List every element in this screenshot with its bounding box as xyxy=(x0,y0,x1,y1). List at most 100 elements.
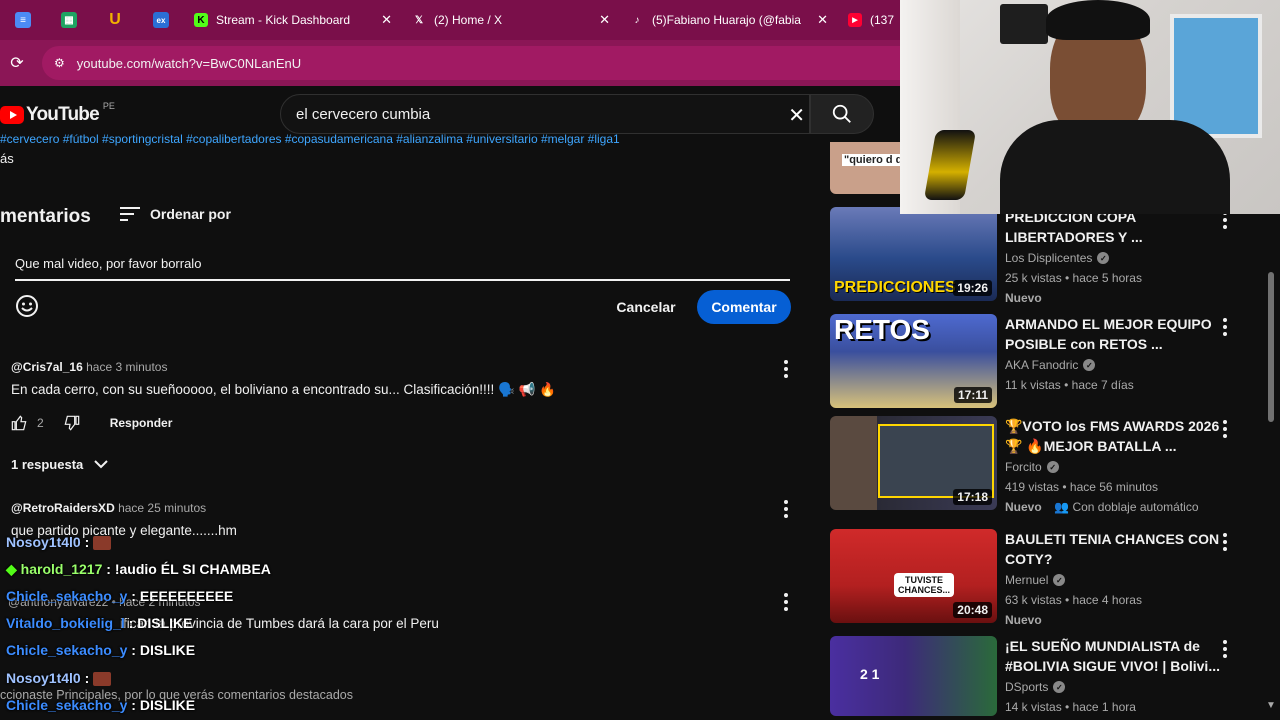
comment-time[interactable]: hace 3 minutos xyxy=(86,360,167,374)
clear-search-icon[interactable]: ✕ xyxy=(788,103,805,128)
close-icon[interactable]: ✕ xyxy=(817,12,828,28)
verified-icon: ✓ xyxy=(1083,359,1096,371)
auto-dub-label: Con doblaje automático xyxy=(1072,500,1199,514)
video-thumbnail[interactable]: PREDICCIONES 19:26 xyxy=(830,207,997,301)
video-info: ARMANDO EL MEJOR EQUIPO POSIBLE con RETO… xyxy=(1005,314,1220,392)
reply-button[interactable]: Responder xyxy=(110,416,173,430)
replies-label: 1 respuesta xyxy=(11,456,84,472)
video-stats: 11 k vistas • hace 7 días xyxy=(1005,378,1134,392)
search-value: el cervecero cumbia xyxy=(296,105,431,123)
video-thumbnail[interactable]: 2 1 xyxy=(830,636,997,716)
person-hair xyxy=(1046,0,1150,40)
channel-name: DSports xyxy=(1005,680,1049,694)
tab-tiktok[interactable]: ♪ (5)Fabiano Huarajo (@fabia ✕ xyxy=(620,0,838,40)
hashtags[interactable]: #cervecero #fútbol #sportingcristal #cop… xyxy=(0,132,800,146)
search-button[interactable] xyxy=(810,94,874,134)
sort-button[interactable]: Ordenar por xyxy=(120,206,231,222)
tiktok-icon: ♪ xyxy=(634,14,640,26)
video-thumbnail[interactable]: TUVISTE CHANCES... 20:48 xyxy=(830,529,997,623)
like-count: 2 xyxy=(37,416,44,430)
video-thumbnail[interactable]: 17:18 xyxy=(830,416,997,510)
chat-emote xyxy=(93,536,112,551)
comment-meta: @RetroRaidersXD hace 25 minutos xyxy=(11,501,237,515)
thumb-inset xyxy=(878,424,994,498)
chat-user: Chicle_sekacho_y xyxy=(6,642,128,658)
emoji-icon xyxy=(16,295,38,317)
tab-label: (5)Fabiano Huarajo (@fabia xyxy=(652,13,801,27)
emoji-button[interactable] xyxy=(15,294,39,323)
sidebar-scrollbar[interactable] xyxy=(1268,272,1274,422)
scroll-down-icon[interactable]: ▼ xyxy=(1266,700,1276,711)
more-options-icon[interactable] xyxy=(779,360,793,378)
video-channel[interactable]: Forcito ✓ xyxy=(1005,460,1220,474)
pinned-tab-ex[interactable]: ex xyxy=(138,0,184,40)
more-options-icon[interactable] xyxy=(779,500,793,518)
person-body xyxy=(1000,120,1230,214)
video-title[interactable]: 🏆VOTO los FMS AWARDS 2026🏆 🔥MEJOR BATALL… xyxy=(1005,416,1220,456)
tab-label: (2) Home / X xyxy=(434,13,503,27)
more-options-icon[interactable] xyxy=(1218,533,1232,551)
cancel-button[interactable]: Cancelar xyxy=(605,290,687,324)
url-field[interactable]: ⚙ youtube.com/watch?v=BwC0NLanEnU xyxy=(42,46,900,80)
chat-message: Chicle_sekacho_y : EEEEEEEEEE xyxy=(6,588,234,604)
channel-name: Forcito xyxy=(1005,460,1042,474)
video-stats: 14 k vistas • hace 1 hora xyxy=(1005,700,1136,714)
comment-author[interactable]: @RetroRaidersXD xyxy=(11,501,115,515)
search-input[interactable]: el cervecero cumbia ✕ xyxy=(280,94,810,134)
more-options-icon[interactable] xyxy=(1218,420,1232,438)
video-info: PREDICCION COPA LIBERTADORES Y ... Los D… xyxy=(1005,207,1220,307)
video-thumbnail[interactable]: RETOS 17:11 xyxy=(830,314,997,408)
comment-input[interactable]: Que mal video, por favor borralo xyxy=(15,256,201,271)
docs-icon: ≡ xyxy=(15,12,31,28)
tab-x-home[interactable]: 𝕏 (2) Home / X ✕ xyxy=(402,0,620,40)
pinned-tab-sheets[interactable]: ▦ xyxy=(46,0,92,40)
x-icon: 𝕏 xyxy=(414,14,424,26)
channel-name: AKA Fanodric xyxy=(1005,358,1079,372)
close-icon[interactable]: ✕ xyxy=(599,12,610,28)
verified-icon: ✓ xyxy=(1097,252,1110,264)
youtube-logo[interactable]: YouTube PE xyxy=(0,101,115,126)
replies-toggle[interactable]: 1 respuesta xyxy=(11,456,109,472)
reload-icon[interactable]: ⟳ xyxy=(0,53,34,73)
show-more[interactable]: ás xyxy=(0,151,14,166)
dislike-icon[interactable] xyxy=(64,415,80,431)
chat-user: Nosoy1t4l0 xyxy=(6,534,81,550)
tab-kick-dashboard[interactable]: K Stream - Kick Dashboard ✕ xyxy=(184,0,402,40)
comment-author[interactable]: @Cris7al_16 xyxy=(11,360,83,374)
site-info-icon[interactable]: ⚙ xyxy=(54,56,65,70)
like-icon[interactable] xyxy=(11,415,27,431)
video-duration: 19:26 xyxy=(953,280,992,296)
comment-actions: 2 Responder xyxy=(11,415,556,431)
country-code: PE xyxy=(102,101,115,111)
more-options-icon[interactable] xyxy=(1218,318,1232,336)
chat-message: Vitaldo_bokielig_l : DISLIKE xyxy=(6,615,193,631)
video-title[interactable]: ¡EL SUEÑO MUNDIALISTA de #BOLIVIA SIGUE … xyxy=(1005,636,1220,676)
video-channel[interactable]: AKA Fanodric ✓ xyxy=(1005,358,1220,372)
chat-user: Chicle_sekacho_y xyxy=(6,588,128,604)
more-options-icon[interactable] xyxy=(779,593,793,611)
more-options-icon[interactable] xyxy=(1218,640,1232,658)
search-icon xyxy=(832,104,851,123)
sort-icon xyxy=(120,207,140,221)
comment-meta: @Cris7al_16 hace 3 minutos xyxy=(11,360,556,374)
pinned-tab-docs[interactable]: ≡ xyxy=(0,0,46,40)
video-title[interactable]: ARMANDO EL MEJOR EQUIPO POSIBLE con RETO… xyxy=(1005,314,1220,354)
chat-message: ◆ harold_1217 : !audio ÉL SI CHAMBEA xyxy=(6,561,271,577)
tab-youtube[interactable]: ▶ (137 xyxy=(838,0,898,40)
channel-name: Los Displicentes xyxy=(1005,251,1093,265)
comment: @RetroRaidersXD hace 25 minutos que part… xyxy=(11,501,237,538)
video-channel[interactable]: DSports ✓ xyxy=(1005,680,1220,694)
comment: @Cris7al_16 hace 3 minutos En cada cerro… xyxy=(11,360,556,431)
chat-message: Chicle_sekacho_y : DISLIKE xyxy=(6,642,196,658)
pinned-tab-u[interactable]: U xyxy=(92,0,138,40)
video-thumbnail-partial[interactable]: "quiero d de sue xyxy=(830,142,900,194)
comment-submit-button[interactable]: Comentar xyxy=(697,290,791,324)
video-channel[interactable]: Los Displicentes ✓ xyxy=(1005,251,1220,265)
video-channel[interactable]: Mernuel ✓ xyxy=(1005,573,1220,587)
channel-name: Mernuel xyxy=(1005,573,1049,587)
comment-time[interactable]: hace 25 minutos xyxy=(118,501,206,515)
video-title[interactable]: BAULETI TENIA CHANCES CON COTY? xyxy=(1005,529,1220,569)
verified-icon: ✓ xyxy=(1053,681,1066,693)
close-icon[interactable]: ✕ xyxy=(381,12,392,28)
sort-label: Ordenar por xyxy=(150,206,231,222)
